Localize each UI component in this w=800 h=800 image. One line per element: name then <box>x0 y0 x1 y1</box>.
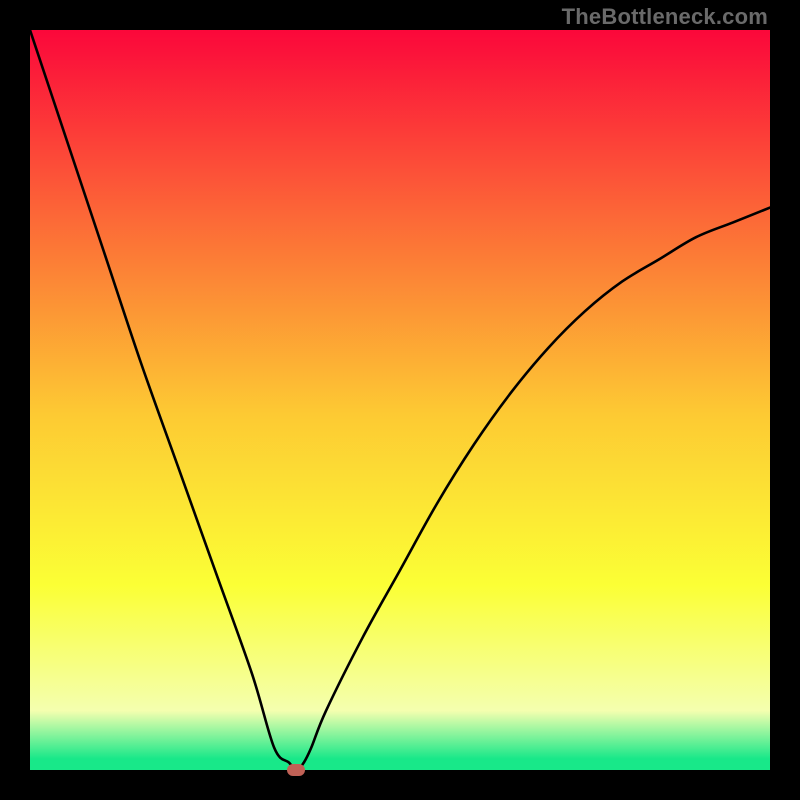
plot-area <box>30 30 770 770</box>
optimal-point-marker <box>287 764 305 776</box>
watermark-text: TheBottleneck.com <box>562 4 768 30</box>
background-gradient <box>30 30 770 770</box>
chart-container: TheBottleneck.com <box>0 0 800 800</box>
